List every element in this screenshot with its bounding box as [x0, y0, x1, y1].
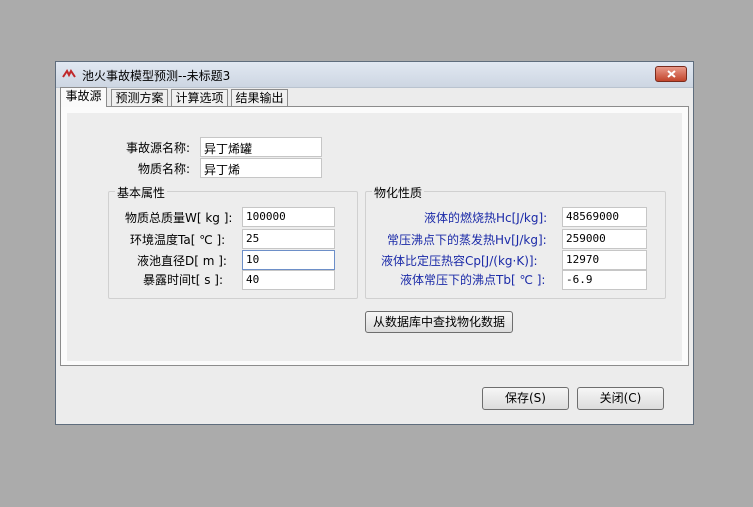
ambient-temp-label: 环境温度Ta[ ℃ ]: [130, 233, 226, 247]
tab-result-output[interactable]: 结果输出 [231, 89, 288, 106]
tab-prediction-plan[interactable]: 预测方案 [111, 89, 168, 106]
app-icon [62, 69, 76, 78]
title-bar[interactable]: 池火事故模型预测--未标题3 [56, 62, 693, 88]
tab-calc-options[interactable]: 计算选项 [171, 89, 228, 106]
source-name-field[interactable]: 异丁烯罐 [200, 137, 322, 157]
boiling-point-field[interactable]: -6.9 [562, 270, 647, 290]
combustion-heat-label: 液体的燃烧热Hc[J/kg]: [424, 211, 548, 225]
material-name-field[interactable]: 异丁烯 [200, 158, 322, 178]
heat-capacity-field[interactable]: 12970 [562, 250, 647, 270]
close-window-button[interactable] [655, 66, 687, 82]
boiling-point-label: 液体常压下的沸点Tb[ ℃ ]: [400, 273, 546, 287]
basic-properties-title: 基本属性 [115, 184, 168, 201]
physchem-properties-group: 物化性质 液体的燃烧热Hc[J/kg]: 48569000 常压沸点下的蒸发热H… [365, 184, 666, 299]
basic-properties-group: 基本属性 物质总质量W[ kg ]: 100000 环境温度Ta[ ℃ ]: 2… [108, 184, 358, 299]
source-name-label: 事故源名称: [126, 141, 191, 155]
close-button[interactable]: 关闭(C) [577, 387, 664, 410]
heat-capacity-label: 液体比定压热容Cp[J/(kg·K)]: [381, 254, 538, 268]
save-button[interactable]: 保存(S) [482, 387, 569, 410]
material-name-label: 物质名称: [138, 162, 191, 176]
total-mass-field[interactable]: 100000 [242, 207, 335, 227]
physchem-properties-title: 物化性质 [372, 184, 425, 201]
window-title: 池火事故模型预测--未标题3 [82, 69, 231, 83]
form-area: 事故源名称: 异丁烯罐 物质名称: 异丁烯 基本属性 物质总质量W[ kg ]:… [67, 113, 682, 361]
dialog-window: 池火事故模型预测--未标题3 事故源 预测方案 计算选项 结果输出 事故源名称:… [55, 61, 694, 425]
evaporation-heat-field[interactable]: 259000 [562, 229, 647, 249]
exposure-time-field[interactable]: 40 [242, 270, 335, 290]
exposure-time-label: 暴露时间t[ s ]: [143, 273, 223, 287]
pool-diameter-label: 液池直径D[ m ]: [137, 254, 227, 268]
tab-accident-source[interactable]: 事故源 [60, 87, 107, 107]
close-icon [667, 70, 676, 78]
pool-diameter-field[interactable]: 10 [242, 250, 335, 270]
ambient-temp-field[interactable]: 25 [242, 229, 335, 249]
total-mass-label: 物质总质量W[ kg ]: [125, 211, 233, 225]
combustion-heat-field[interactable]: 48569000 [562, 207, 647, 227]
evaporation-heat-label: 常压沸点下的蒸发热Hv[J/kg]: [387, 233, 547, 247]
lookup-database-button[interactable]: 从数据库中查找物化数据 [365, 311, 513, 333]
tab-panel: 事故源名称: 异丁烯罐 物质名称: 异丁烯 基本属性 物质总质量W[ kg ]:… [60, 106, 689, 366]
